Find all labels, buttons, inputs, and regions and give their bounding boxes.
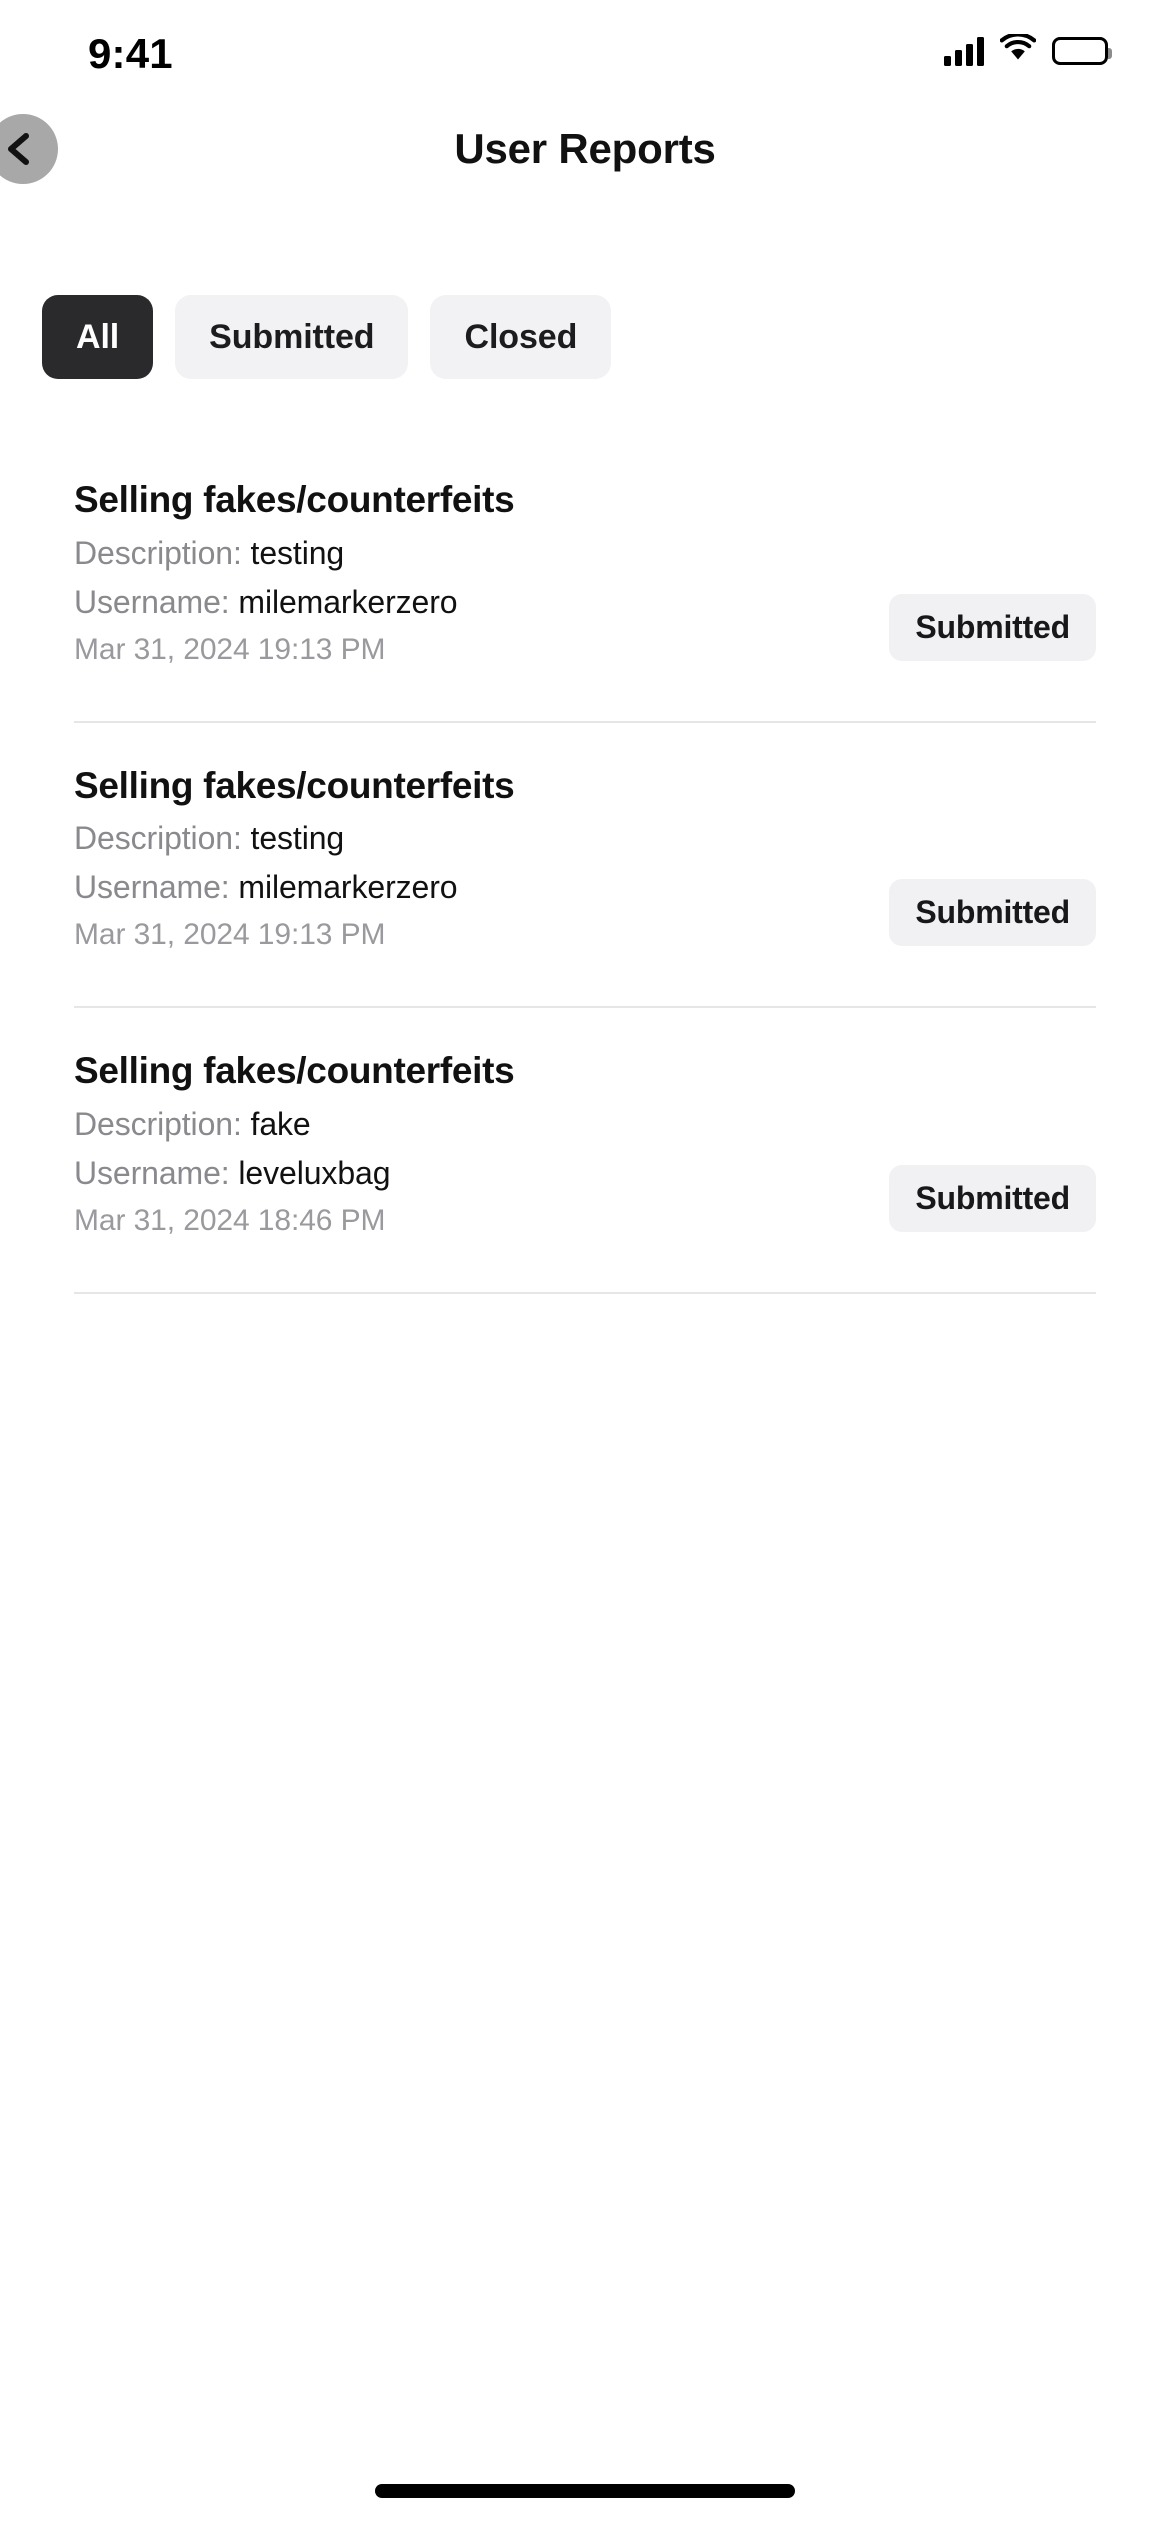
report-list-item[interactable]: Selling fakes/counterfeits Description: … <box>0 1008 1170 1238</box>
status-bar: 9:41 <box>0 0 1170 100</box>
tab-closed[interactable]: Closed <box>430 295 612 379</box>
username-label: Username: <box>74 869 239 906</box>
tab-submitted[interactable]: Submitted <box>175 295 409 379</box>
description-value: testing <box>250 534 345 571</box>
username-label: Username: <box>74 1154 239 1191</box>
description-label: Description: <box>74 820 251 857</box>
wifi-icon <box>999 32 1037 67</box>
report-description-row: Description: testing <box>74 818 1096 858</box>
status-badge[interactable]: Submitted <box>889 593 1096 661</box>
username-value: milemarkerzero <box>238 869 458 906</box>
home-indicator <box>375 2484 795 2498</box>
description-label: Description: <box>74 534 251 571</box>
report-list: Selling fakes/counterfeits Description: … <box>0 437 1170 1294</box>
cellular-signal-icon <box>944 36 984 66</box>
page-title: User Reports <box>454 125 716 172</box>
navigation-bar: User Reports <box>0 100 1170 190</box>
filter-tabs: All Submitted Closed <box>42 295 612 379</box>
battery-icon <box>1052 36 1112 65</box>
report-list-item[interactable]: Selling fakes/counterfeits Description: … <box>0 437 1170 667</box>
report-title: Selling fakes/counterfeits <box>74 1050 515 1092</box>
report-list-item[interactable]: Selling fakes/counterfeits Description: … <box>0 723 1170 953</box>
report-description-row: Description: fake <box>74 1104 1096 1144</box>
report-title: Selling fakes/counterfeits <box>74 764 515 806</box>
tab-all[interactable]: All <box>42 295 154 379</box>
status-badge[interactable]: Submitted <box>889 879 1096 947</box>
status-bar-indicators <box>944 32 1112 67</box>
description-value: testing <box>250 820 345 857</box>
report-title: Selling fakes/counterfeits <box>74 479 515 520</box>
description-label: Description: <box>74 1105 251 1142</box>
description-value: fake <box>250 1105 311 1142</box>
list-divider <box>74 1291 1096 1294</box>
username-value: milemarkerzero <box>238 583 458 620</box>
phone-screen: 9:41 User Reports All Submitted Closed S… <box>0 0 1170 2532</box>
username-value: leveluxbag <box>238 1154 391 1191</box>
status-bar-time: 9:41 <box>88 30 173 77</box>
report-description-row: Description: testing <box>74 533 1096 573</box>
status-badge[interactable]: Submitted <box>889 1164 1096 1232</box>
username-label: Username: <box>74 583 239 620</box>
